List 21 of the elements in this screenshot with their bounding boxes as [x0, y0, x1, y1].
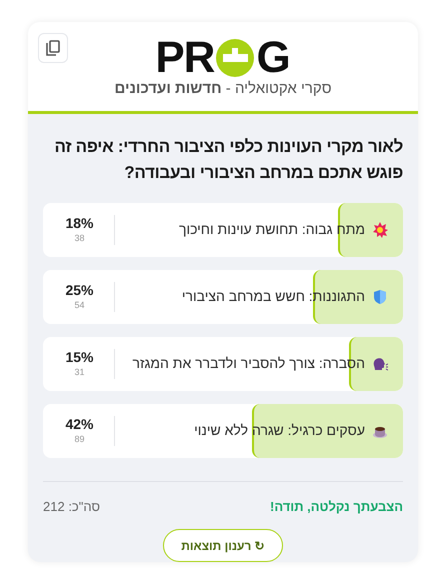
logo-subtitle: סקרי אקטואליה - חדשות ועדכונים [114, 81, 332, 96]
vote-count: 89 [74, 433, 85, 445]
vote-count: 38 [74, 232, 85, 244]
copy-icon [46, 40, 60, 56]
logo-text: PR [155, 36, 214, 80]
vote-count: 31 [74, 366, 85, 378]
option-percent: 25% [65, 282, 94, 298]
option-percent: 18% [65, 215, 94, 231]
total-count: סה"כ: 212 [43, 498, 100, 516]
copy-button[interactable] [38, 33, 68, 63]
logo-text: G [256, 36, 291, 80]
logo-circle-icon [215, 38, 256, 78]
thanks-message: הצבעתך נקלטה, תודה! [270, 498, 403, 516]
speaking-head-icon [372, 356, 388, 372]
explosion-icon [372, 222, 388, 238]
refresh-button[interactable]: ↻ רענון תוצאות [163, 529, 283, 562]
shield-icon [372, 288, 388, 304]
option-percent: 42% [65, 416, 94, 432]
option-percent: 15% [65, 349, 94, 365]
poll-question: לאור מקרי העוינות כלפי הציבור החרדי: איפה זה פוגש אתכם במרחב הציבורי ובעבודה? [53, 136, 403, 184]
vote-count: 54 [74, 299, 85, 311]
